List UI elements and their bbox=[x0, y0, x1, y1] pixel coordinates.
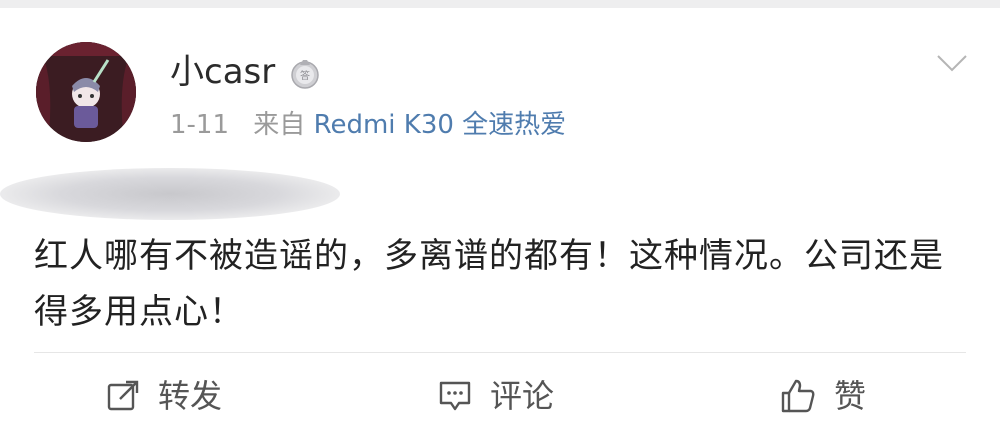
post-content: 红人哪有不被造谣的，多离谱的都有！这种情况。公司还是得多用点心！ bbox=[34, 236, 944, 332]
post-meta: 1-11 来自 Redmi K30 全速热爱 bbox=[170, 108, 566, 142]
like-button[interactable]: 赞 bbox=[780, 372, 866, 420]
svg-text:答: 答 bbox=[300, 69, 310, 82]
source-prefix: 来自 bbox=[253, 110, 306, 140]
comment-button[interactable]: 评论 bbox=[438, 372, 554, 420]
thumbs-up-icon bbox=[781, 379, 815, 413]
chevron-down-icon[interactable] bbox=[936, 52, 968, 74]
divider bbox=[34, 352, 966, 353]
top-separator-band bbox=[0, 0, 1000, 8]
post-date: 1-11 bbox=[170, 110, 230, 140]
like-label: 赞 bbox=[834, 377, 867, 415]
avatar[interactable] bbox=[36, 42, 136, 142]
avatar-image bbox=[36, 42, 136, 142]
blurred-redaction bbox=[0, 168, 340, 220]
medal-badge-icon[interactable]: 答 bbox=[290, 59, 320, 89]
post-username[interactable]: 小casr bbox=[170, 52, 275, 92]
share-icon bbox=[107, 380, 139, 411]
forward-label: 转发 bbox=[158, 377, 223, 415]
source-device-link[interactable]: Redmi K30 全速热爱 bbox=[314, 110, 567, 140]
comment-label: 评论 bbox=[490, 377, 555, 415]
forward-button[interactable]: 转发 bbox=[106, 372, 222, 420]
comment-icon bbox=[439, 381, 471, 411]
